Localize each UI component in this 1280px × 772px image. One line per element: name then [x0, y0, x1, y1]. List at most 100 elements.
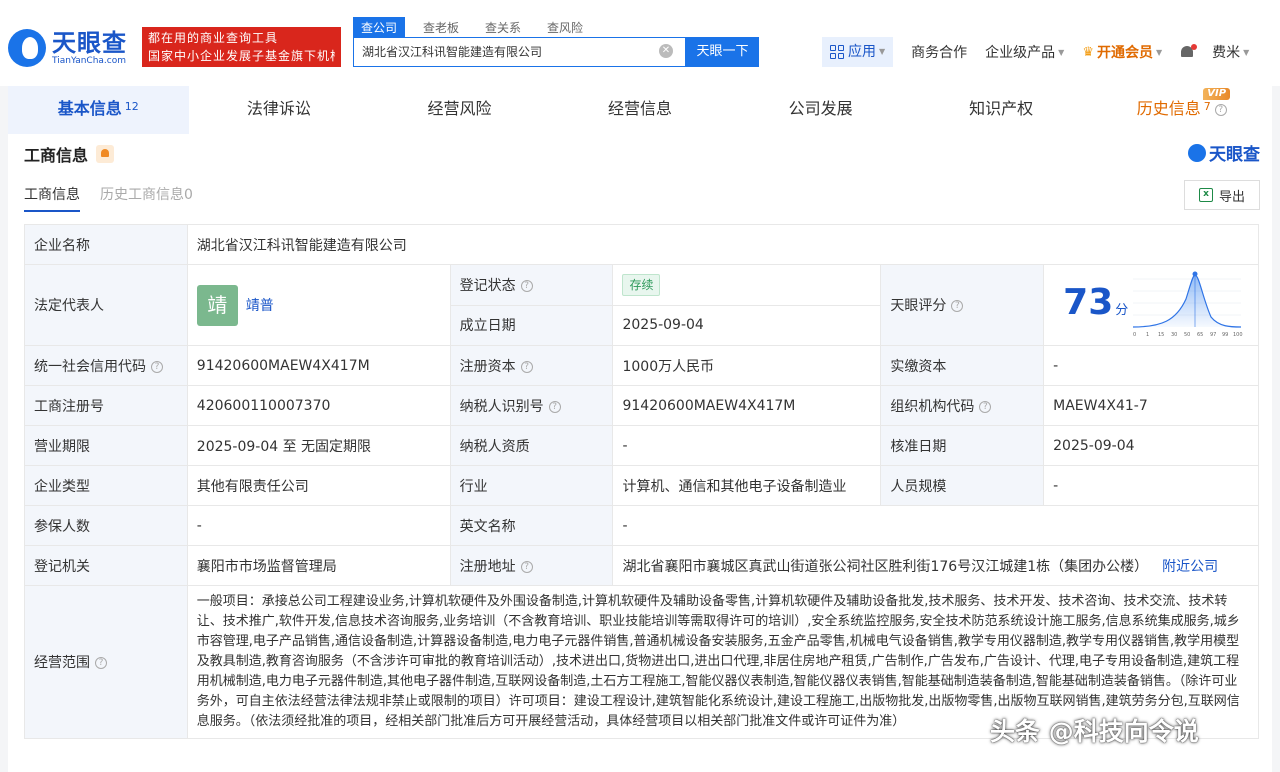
- score-marker: [1192, 271, 1198, 277]
- tab-ip[interactable]: 知识产权: [911, 86, 1092, 134]
- cell-label: 注册资本?: [449, 345, 614, 386]
- legal-rep-link[interactable]: 靖普: [246, 298, 274, 314]
- sub-tabs: 工商信息 历史工商信息0: [24, 184, 213, 212]
- bell-icon[interactable]: [96, 145, 115, 163]
- tab-history[interactable]: 历史信息 7? VIP: [1091, 86, 1272, 134]
- nav-enterprise-products[interactable]: 企业级产品 ▼: [985, 42, 1064, 62]
- tick-label: 15: [1158, 332, 1164, 338]
- cell-label: 英文名称: [449, 505, 614, 546]
- legal-rep-cell: 靖靖普: [186, 264, 451, 346]
- vip-badge: VIP: [1203, 88, 1231, 100]
- help-icon[interactable]: ?: [520, 360, 533, 373]
- subtab-business-info[interactable]: 工商信息: [24, 184, 80, 212]
- table-row: 法定代表人 靖靖普 登记状态? 存续 天眼评分? 73 分 0 1 15 30 …: [24, 264, 1259, 346]
- tick-label: 99: [1222, 332, 1228, 338]
- top-nav: 应用 ▼ 商务合作 企业级产品 ▼ ♛ 开通会员 ▼ 费米 ▼: [822, 37, 1249, 67]
- score-unit: 分: [1115, 303, 1129, 318]
- reg-status-cell: 存续: [612, 264, 882, 306]
- user-menu[interactable]: 费米 ▼: [1212, 42, 1249, 62]
- tick-label: 30: [1171, 332, 1177, 338]
- top-header: 天眼查 TianYanCha.com 都在用的商业查询工具 国家中小企业发展子基…: [0, 0, 1280, 86]
- tick-label: 1: [1146, 332, 1149, 338]
- table-row: 参保人数 - 英文名称 -: [24, 505, 1259, 546]
- table-row: 企业名称 湖北省汉江科讯智能建造有限公司: [24, 224, 1260, 265]
- reg-capital: 1000万人民币: [612, 345, 882, 386]
- org-code: MAEW4X41-7: [1043, 385, 1259, 426]
- tab-business-risk[interactable]: 经营风险: [369, 86, 550, 134]
- nav-open-vip[interactable]: ♛ 开通会员 ▼: [1082, 42, 1162, 62]
- tick-label: 97: [1210, 332, 1216, 338]
- search-tab-boss[interactable]: 查老板: [415, 17, 467, 38]
- business-info-panel: 工商信息 天眼查 工商信息 历史工商信息0 x 导出 企业名称 湖北省汉江科讯智…: [8, 134, 1272, 772]
- table-row: 登记机关 襄阳市市场监督管理局 注册地址? 湖北省襄阳市襄城区真武山街道张公祠社…: [24, 545, 1259, 586]
- tab-development[interactable]: 公司发展: [730, 86, 911, 134]
- help-icon[interactable]: ?: [520, 279, 533, 292]
- eye-logo-icon: [8, 29, 46, 67]
- tab-label: 法律诉讼: [246, 99, 311, 118]
- label-text: 组织机构代码: [890, 398, 975, 415]
- help-icon[interactable]: ?: [979, 400, 992, 413]
- search-tab-risk[interactable]: 查风险: [539, 17, 591, 38]
- nearby-companies-link[interactable]: 附近公司: [1162, 559, 1218, 575]
- tab-business-info[interactable]: 经营信息: [550, 86, 731, 134]
- tab-basic-info[interactable]: 基本信息 12: [8, 86, 189, 134]
- slogan-banner: 都在用的商业查询工具 国家中小企业发展子基金旗下机构: [142, 27, 341, 67]
- nav-enterprise-label: 企业级产品: [985, 45, 1056, 61]
- label-text: 经营范围: [34, 655, 90, 671]
- help-icon[interactable]: ?: [951, 300, 964, 312]
- cell-label: 行业: [449, 465, 614, 506]
- help-icon[interactable]: ?: [95, 657, 107, 669]
- apps-label: 应用: [848, 44, 876, 60]
- nav-business-cooperation[interactable]: 商务合作: [911, 42, 967, 62]
- cell-label: 营业期限: [24, 425, 188, 466]
- reg-address: 湖北省襄阳市襄城区真武山街道张公祠社区胜利街176号汉江城建1栋（集团办公楼）: [622, 558, 1149, 575]
- search-type-tabs: 查公司 查老板 查关系 查风险: [353, 17, 601, 38]
- logo-text: 天眼查: [52, 28, 127, 57]
- help-icon[interactable]: ?: [151, 360, 163, 373]
- paid-capital: -: [1043, 345, 1259, 386]
- help-icon[interactable]: ?: [520, 560, 533, 573]
- apps-button[interactable]: 应用 ▼: [822, 37, 894, 67]
- export-button[interactable]: x 导出: [1184, 180, 1260, 210]
- cell-label: 法定代表人: [24, 264, 188, 346]
- cell-label: 成立日期: [449, 304, 614, 346]
- help-icon[interactable]: ?: [548, 400, 561, 413]
- section-title: 工商信息: [24, 142, 115, 166]
- notification-button[interactable]: [1180, 44, 1198, 60]
- section-title-text: 工商信息: [24, 146, 89, 165]
- search-button[interactable]: 天眼一下: [686, 37, 759, 67]
- slogan-line2: 国家中小企业发展子基金旗下机构: [148, 49, 335, 63]
- clear-icon[interactable]: ✕: [659, 44, 673, 58]
- tick-label: 65: [1197, 332, 1203, 338]
- reg-address-cell: 湖北省襄阳市襄城区真武山街道张公祠社区胜利街176号汉江城建1栋（集团办公楼） 附…: [612, 545, 1259, 586]
- business-term: 2025-09-04 至 无固定期限: [186, 425, 451, 466]
- tick-label: 100: [1233, 332, 1243, 338]
- score-curve-area: [1133, 275, 1242, 327]
- table-row: 工商注册号 420600110007370 纳税人识别号? 91420600MA…: [24, 385, 1259, 426]
- tab-legal[interactable]: 法律诉讼: [189, 86, 370, 134]
- business-info-table: 企业名称 湖北省汉江科讯智能建造有限公司 法定代表人 靖靖普 登记状态? 存续 …: [24, 224, 1260, 739]
- search-tab-relation[interactable]: 查关系: [477, 17, 529, 38]
- nav-vip-label: 开通会员: [1096, 45, 1153, 61]
- watermark-text: 头条 @科技向令说: [990, 717, 1199, 746]
- chevron-down-icon: ▼: [879, 47, 886, 56]
- score-value: 73 分: [1063, 283, 1128, 331]
- search-input[interactable]: 湖北省汉江科讯智能建造有限公司: [353, 37, 686, 67]
- slogan-line1: 都在用的商业查询工具: [148, 31, 279, 45]
- search-tab-company[interactable]: 查公司: [353, 17, 406, 38]
- cell-label: 人员规模: [880, 465, 1045, 506]
- site-logo[interactable]: 天眼查 TianYanCha.com: [8, 26, 136, 70]
- cell-label: 实缴资本: [880, 345, 1045, 386]
- cell-label: 企业类型: [24, 465, 188, 506]
- chevron-down-icon: ▼: [1058, 47, 1065, 57]
- avatar: 靖: [196, 284, 238, 326]
- main-tabs: 基本信息 12 法律诉讼 经营风险 经营信息 公司发展 知识产权 历史信息 7? V…: [8, 86, 1272, 134]
- subtab-history[interactable]: 历史工商信息0: [100, 184, 193, 212]
- cell-label: 核准日期: [880, 425, 1045, 466]
- tick-label: 0: [1133, 332, 1136, 338]
- score-cell[interactable]: 73 分 0 1 15 30 50 65 97 99 100: [1043, 264, 1259, 346]
- brand-watermark: 天眼查: [1188, 140, 1260, 165]
- cell-label: 经营范围?: [24, 585, 188, 739]
- label-text: 纳税人识别号: [459, 398, 544, 415]
- tab-count: 12: [124, 100, 139, 113]
